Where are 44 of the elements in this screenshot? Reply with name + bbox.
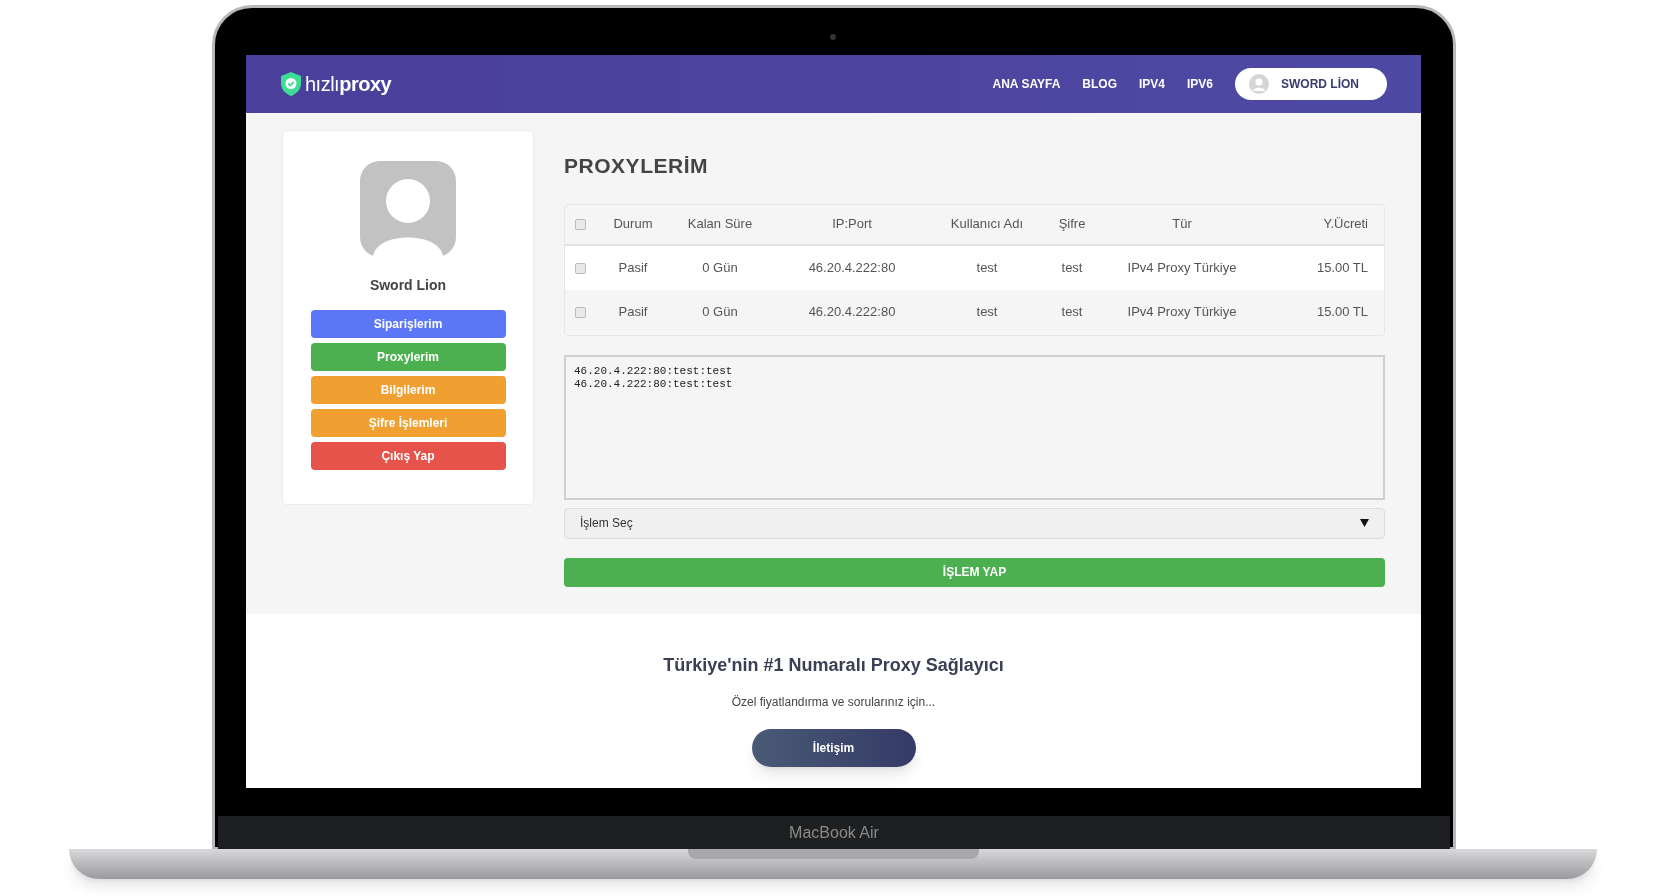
table-cell: 46.20.4.222:80 (808, 259, 896, 275)
column-header: Durum (613, 216, 653, 232)
nav-link[interactable]: ANA SAYFA (992, 75, 1061, 93)
checkbox[interactable] (575, 219, 586, 231)
table-cell: 0 Gün (702, 304, 738, 320)
action-select[interactable]: İşlem Seç (564, 507, 1385, 539)
contact-button[interactable]: İletişim (751, 729, 916, 767)
user-menu-button[interactable]: SWORD LİON (1235, 68, 1387, 100)
device-label: MacBook Air (789, 822, 879, 843)
column-header: Şifre (1058, 216, 1086, 232)
column-header: IP:Port (832, 216, 872, 232)
checkbox[interactable] (575, 262, 586, 274)
dropdown-arrow-icon (1360, 519, 1369, 527)
brand-logo-text[interactable]: hızlıproxy (305, 69, 392, 99)
page-title: PROXYLERİM (564, 153, 710, 179)
table-cell: IPv4 Proxy Türkiye (1127, 304, 1237, 320)
table-cell: test (976, 259, 998, 275)
proxy-list-textarea[interactable]: 46.20.4.222:80:test:test 46.20.4.222:80:test:test (564, 354, 1385, 500)
footer-subtitle: Özel fiyatlandırma ve sorularınız için... (731, 694, 936, 711)
column-header: Kalan Süre (687, 216, 753, 232)
table-cell: 0 Gün (702, 259, 738, 275)
shield-logo-icon (280, 71, 302, 97)
table-cell: test (1061, 259, 1083, 275)
nav-link[interactable]: IPV4 (1138, 75, 1165, 93)
column-header: Kullanıcı Adı (950, 216, 1024, 232)
table-cell: test (1061, 304, 1083, 320)
table-cell: test (976, 304, 998, 320)
footer-heading: Türkiye'nin #1 Numaralı Proxy Sağlayıcı (663, 654, 1004, 677)
table-cell: 15.00 TL (1316, 304, 1368, 320)
table-cell: IPv4 Proxy Türkiye (1127, 259, 1237, 275)
table-cell: 15.00 TL (1316, 259, 1368, 275)
avatar-icon (1249, 74, 1269, 94)
checkbox[interactable] (575, 307, 586, 319)
column-header: Y.Ücreti (1323, 216, 1368, 232)
nav-link[interactable]: BLOG (1082, 75, 1117, 93)
column-header: Tür (1172, 216, 1192, 232)
table-cell: Pasif (618, 259, 648, 275)
camera-icon (830, 34, 836, 40)
sidebar-menu-button[interactable]: Siparişlerim (310, 310, 506, 338)
table-cell: Pasif (618, 304, 648, 320)
nav-link[interactable]: IPV6 (1187, 75, 1213, 93)
user-name: Sword Lion (369, 276, 447, 295)
table-cell: 46.20.4.222:80 (808, 304, 896, 320)
sidebar-menu-button[interactable]: Çıkış Yap (310, 442, 506, 470)
